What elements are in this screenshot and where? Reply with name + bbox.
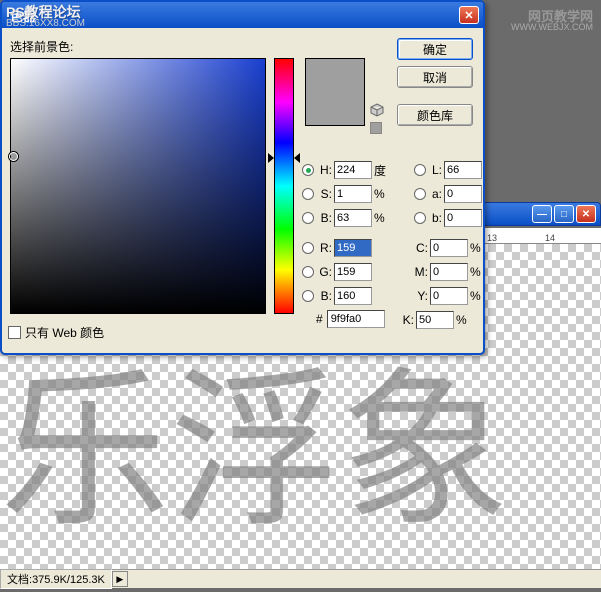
bv-input[interactable]	[334, 209, 372, 227]
saturation-brightness-field[interactable]	[10, 58, 266, 314]
s-radio[interactable]	[302, 188, 314, 200]
bb-label: b:	[428, 211, 442, 225]
y-label: Y:	[414, 289, 428, 303]
dialog-body: 选择前景色: 确定 取消 颜色库 H: 度 L:	[2, 28, 483, 353]
g-radio[interactable]	[302, 266, 314, 278]
l-input[interactable]	[444, 161, 482, 179]
a-radio[interactable]	[414, 188, 426, 200]
color-picker-prompt: 选择前景色:	[10, 38, 73, 55]
minimize-button[interactable]: —	[532, 205, 552, 223]
hex-hash: #	[316, 312, 323, 326]
status-arrow-icon[interactable]: ▶	[112, 571, 128, 587]
new-color-swatch[interactable]	[305, 58, 365, 92]
s-input[interactable]	[334, 185, 372, 203]
bv-radio[interactable]	[302, 212, 314, 224]
color-value-fields: H: 度 L: S: % a: B:	[302, 158, 488, 332]
g-input[interactable]	[334, 263, 372, 281]
doc-close-button[interactable]: ✕	[576, 205, 596, 223]
hex-row: #	[316, 310, 385, 328]
s-label: S:	[316, 187, 332, 201]
ok-button[interactable]: 确定	[397, 38, 473, 60]
watermark-top-right-sub: WWW.WEBJX.COM	[511, 22, 593, 32]
l-label: L:	[428, 163, 442, 177]
document-window-controls: — □ ✕	[481, 202, 601, 228]
dialog-buttons: 确定 取消 颜色库	[397, 38, 473, 126]
warning-swatch[interactable]	[370, 122, 382, 134]
web-only-row: 只有 Web 颜色	[8, 324, 104, 341]
current-color-swatch[interactable]	[305, 92, 365, 126]
k-input[interactable]	[416, 311, 454, 329]
bb-input[interactable]	[444, 209, 482, 227]
c-label: C:	[414, 241, 428, 255]
c-input[interactable]	[430, 239, 468, 257]
status-doc-size: 文档:375.9K/125.3K	[0, 569, 112, 589]
bv-label: B:	[316, 211, 332, 225]
doc-titlebar: — □ ✕	[481, 202, 601, 226]
maximize-button[interactable]: □	[554, 205, 574, 223]
hue-slider-thumb-left[interactable]	[268, 153, 274, 163]
status-bar: 文档:375.9K/125.3K ▶	[0, 569, 601, 588]
color-picker-cursor[interactable]	[9, 152, 18, 161]
ruler: 13 14	[481, 228, 601, 244]
h-input[interactable]	[334, 161, 372, 179]
k-label: K:	[400, 313, 414, 327]
hue-slider[interactable]	[274, 58, 294, 314]
y-input[interactable]	[430, 287, 468, 305]
web-only-checkbox[interactable]	[8, 326, 21, 339]
cube-icon	[370, 103, 384, 117]
m-input[interactable]	[430, 263, 468, 281]
color-picker-dialog: 色器 ✕ 选择前景色: 确定 取消 颜色库 H: 度	[0, 0, 485, 355]
bblue-input[interactable]	[334, 287, 372, 305]
h-label: H:	[316, 163, 332, 177]
g-label: G:	[316, 265, 332, 279]
bblue-radio[interactable]	[302, 290, 314, 302]
bblue-label: B:	[316, 289, 332, 303]
r-label: R:	[316, 241, 332, 255]
r-input[interactable]	[334, 239, 372, 257]
ruler-tick: 13	[487, 233, 497, 243]
l-radio[interactable]	[414, 164, 426, 176]
color-libraries-button[interactable]: 颜色库	[397, 104, 473, 126]
m-label: M:	[414, 265, 428, 279]
a-input[interactable]	[444, 185, 482, 203]
a-label: a:	[428, 187, 442, 201]
ruler-tick: 14	[545, 233, 555, 243]
web-only-label: 只有 Web 颜色	[25, 324, 104, 341]
hex-input[interactable]	[327, 310, 385, 328]
watermark-top-left-sub: BBS.16XX8.COM	[6, 18, 85, 29]
h-radio[interactable]	[302, 164, 314, 176]
dialog-close-button[interactable]: ✕	[459, 6, 479, 24]
hue-slider-thumb-right[interactable]	[294, 153, 300, 163]
bb-radio[interactable]	[414, 212, 426, 224]
cancel-button[interactable]: 取消	[397, 66, 473, 88]
r-radio[interactable]	[302, 242, 314, 254]
